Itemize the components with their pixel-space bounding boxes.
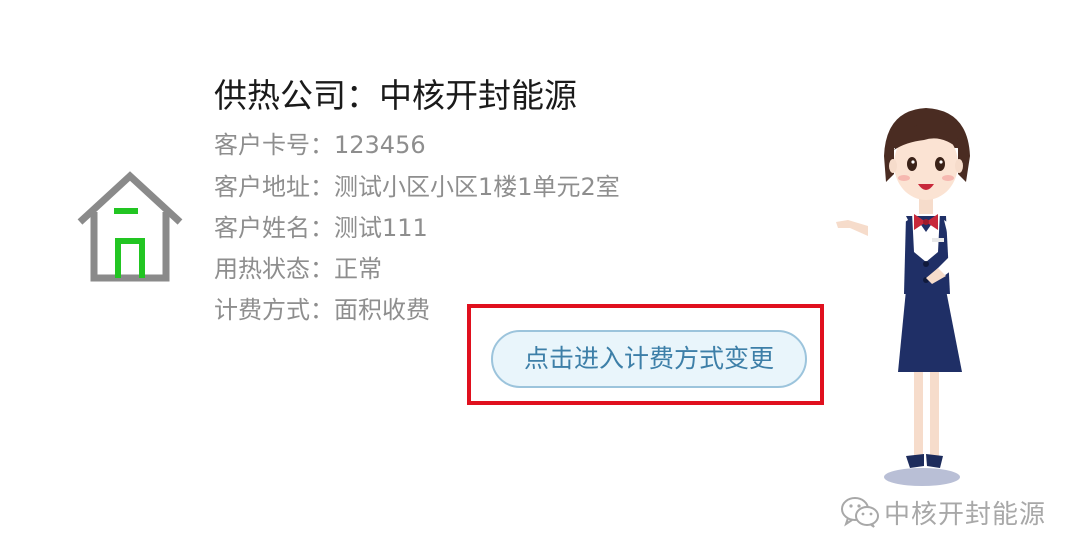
info-row-billing-method: 计费方式：面积收费 — [214, 295, 430, 325]
company-title: 供热公司：中核开封能源 — [214, 76, 577, 116]
company-label: 供热公司： — [214, 76, 379, 115]
address-value: 测试小区小区1楼1单元2室 — [334, 173, 620, 201]
card-number-label: 客户卡号： — [214, 131, 334, 159]
company-name: 中核开封能源 — [379, 76, 577, 115]
info-row-address: 客户地址：测试小区小区1楼1单元2室 — [214, 172, 620, 202]
customer-name-label: 客户姓名： — [214, 214, 334, 242]
info-row-customer-name: 客户姓名：测试111 — [214, 213, 428, 243]
change-billing-method-button[interactable]: 点击进入计费方式变更 — [491, 330, 807, 388]
watermark-text: 中核开封能源 — [884, 499, 1047, 530]
address-label: 客户地址： — [214, 173, 334, 201]
watermark: 中核开封能源 — [840, 494, 1046, 530]
billing-method-label: 计费方式： — [214, 296, 334, 324]
info-row-card-number: 客户卡号：123456 — [214, 130, 426, 160]
info-row-heating-status: 用热状态：正常 — [214, 254, 382, 284]
heating-status-label: 用热状态： — [214, 255, 334, 283]
heating-status-value: 正常 — [334, 255, 382, 283]
house-icon — [77, 171, 183, 282]
customer-name-value: 测试111 — [334, 214, 428, 242]
service-attendant-illustration — [836, 108, 970, 486]
billing-method-value: 面积收费 — [334, 296, 430, 324]
card-number-value: 123456 — [334, 131, 426, 159]
wechat-icon — [841, 497, 879, 528]
